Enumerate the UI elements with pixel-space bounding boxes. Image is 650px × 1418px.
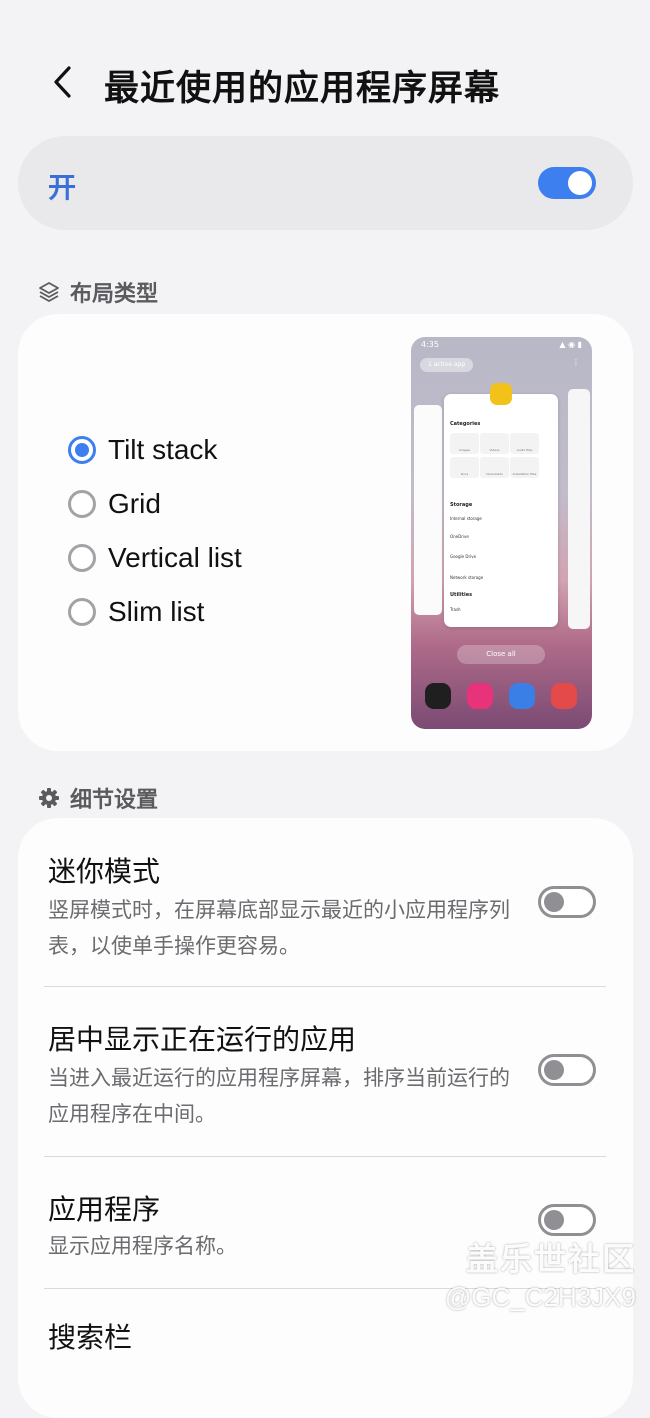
- layout-section-header: 布局类型: [38, 276, 158, 308]
- divider: [44, 1156, 606, 1157]
- preview-category-tile: Audio files: [510, 433, 539, 454]
- divider: [44, 986, 606, 987]
- watermark-user: @GC_C2H3JX9: [444, 1282, 636, 1312]
- preview-category-grid: Images Videos Audio files Docs Downloads Inst…: [450, 433, 550, 481]
- folder-icon: [490, 383, 512, 405]
- layout-section-label: 布局类型: [70, 282, 159, 307]
- radio-button[interactable]: [68, 598, 96, 626]
- master-toggle-switch[interactable]: [538, 167, 596, 199]
- preview-more-icon: ⋮: [572, 358, 580, 367]
- preview-category-tile: Downloads: [480, 457, 509, 478]
- master-toggle-row[interactable]: 开: [18, 136, 633, 230]
- preview-active-apps: 1 active app: [420, 358, 474, 372]
- radio-button[interactable]: [68, 544, 96, 572]
- preview-card-main: Categories Images Videos Audio files Docs Do…: [444, 394, 558, 627]
- preview-category-tile: Images: [450, 433, 479, 454]
- layout-option-label: Grid: [108, 488, 161, 519]
- preview-utility-item: Trash: [450, 607, 461, 612]
- preview-storage-item: Google Drive: [450, 554, 477, 559]
- page-title: 最近使用的应用程序屏幕: [104, 69, 501, 109]
- preview-storage-item: Internal storage: [450, 516, 482, 521]
- setting-description: 当进入最近运行的应用程序屏幕，排序当前运行的应用程序在中间。: [48, 1066, 510, 1126]
- gallery-app-icon: [467, 683, 493, 709]
- messages-app-icon: [509, 683, 535, 709]
- radio-button[interactable]: [68, 490, 96, 518]
- master-toggle-label: 开: [48, 171, 77, 204]
- switch-knob: [568, 171, 592, 195]
- setting-description: 竖屏模式时，在屏幕底部显示最近的小应用程序列表，以使单手操作更容易。: [48, 898, 510, 958]
- radio-button-checked[interactable]: [68, 436, 96, 464]
- camera-app-icon: [551, 683, 577, 709]
- chevron-left-icon: [54, 66, 71, 98]
- layout-option-tilt-stack[interactable]: Tilt stack: [68, 434, 217, 466]
- preview-categories-title: Categories: [450, 421, 481, 427]
- center-running-app-toggle[interactable]: [538, 1054, 596, 1086]
- preview-card-left: [414, 405, 442, 615]
- setting-title: 应用程序: [48, 1193, 161, 1226]
- layout-type-card: Tilt stack Grid Vertical list Slim list …: [18, 314, 633, 751]
- details-section-label: 细节设置: [70, 788, 159, 813]
- layout-option-slim-list[interactable]: Slim list: [68, 596, 204, 628]
- header: 最近使用的应用程序屏幕: [0, 0, 650, 140]
- mini-mode-toggle[interactable]: [538, 886, 596, 918]
- details-card: 迷你模式 竖屏模式时，在屏幕底部显示最近的小应用程序列表，以使单手操作更容易。 …: [18, 818, 633, 1418]
- switch-knob: [544, 1210, 564, 1230]
- setting-description: 显示应用程序名称。: [48, 1234, 237, 1258]
- preview-card-right: [568, 389, 590, 629]
- preview-status-icons: ▲ ◉ ▮: [559, 340, 582, 349]
- preview-storage-title: Storage: [450, 502, 473, 508]
- layout-option-grid[interactable]: Grid: [68, 488, 161, 520]
- layout-preview-image: 4:35 ▲ ◉ ▮ 1 active app ⋮ Categories Ima…: [411, 337, 592, 729]
- preview-storage-item: OneDrive: [450, 534, 469, 539]
- preview-category-tile: Installation files: [510, 457, 539, 478]
- calculator-app-icon: [425, 683, 451, 709]
- layout-option-label: Vertical list: [108, 542, 242, 573]
- gear-icon: [39, 788, 59, 808]
- setting-title: 迷你模式: [48, 855, 161, 888]
- preview-utilities-title: Utilities: [450, 592, 473, 598]
- details-section-header: 细节设置: [38, 782, 158, 814]
- layout-option-label: Slim list: [108, 596, 205, 627]
- show-app-names-toggle[interactable]: [538, 1204, 596, 1236]
- back-button[interactable]: [40, 58, 84, 106]
- setting-title: 居中显示正在运行的应用: [48, 1023, 357, 1056]
- setting-title: 搜索栏: [48, 1321, 133, 1354]
- preview-time: 4:35: [421, 340, 439, 349]
- layers-icon: [39, 282, 59, 302]
- watermark-text: 盖乐世社区: [465, 1240, 636, 1278]
- switch-knob: [544, 1060, 564, 1080]
- preview-category-tile: Docs: [450, 457, 479, 478]
- layout-option-label: Tilt stack: [108, 434, 218, 465]
- layout-option-vertical-list[interactable]: Vertical list: [68, 542, 242, 574]
- preview-close-all: Close all: [457, 645, 545, 664]
- switch-knob: [544, 892, 564, 912]
- preview-category-tile: Videos: [480, 433, 509, 454]
- preview-storage-item: Network storage: [450, 575, 484, 580]
